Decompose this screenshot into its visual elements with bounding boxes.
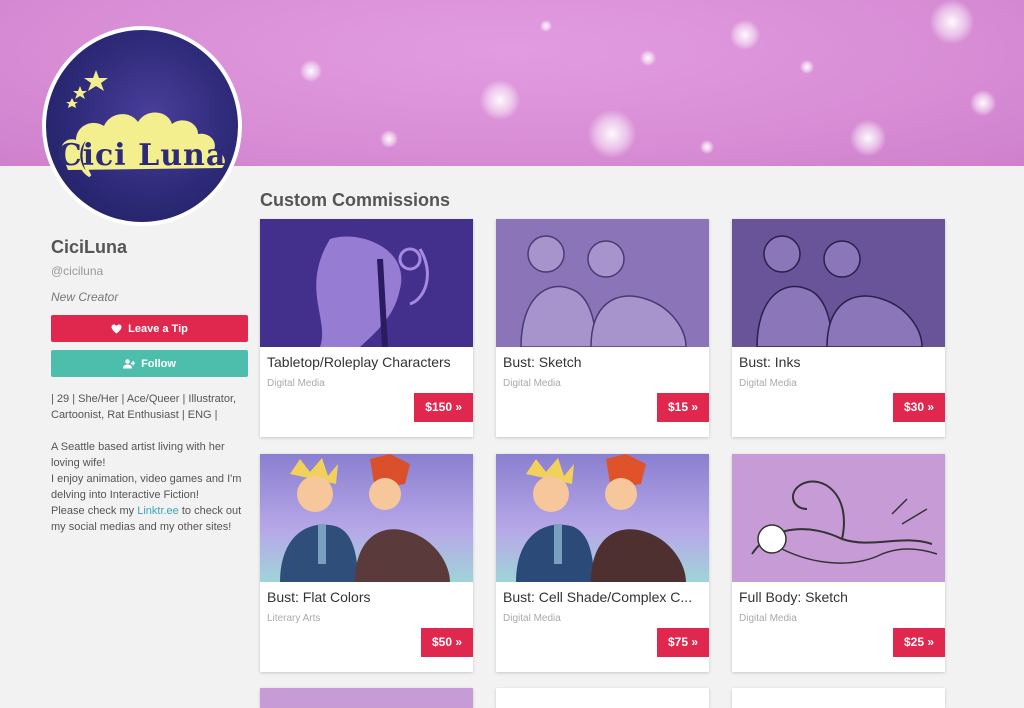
commission-thumbnail <box>260 454 473 582</box>
commission-title[interactable]: Full Body: Sketch <box>739 588 939 606</box>
commission-thumbnail <box>496 219 709 347</box>
banner-sparkle <box>640 50 656 66</box>
profile-sidebar: CiciLuna @ciciluna New Creator Leave a T… <box>51 236 248 535</box>
section-title: Custom Commissions <box>260 190 451 210</box>
banner-sparkle <box>380 130 398 148</box>
commission-card[interactable] <box>732 688 945 708</box>
commission-category: Digital Media <box>267 378 325 389</box>
logo-text: Cici Luna <box>57 138 227 173</box>
leave-tip-button[interactable]: Leave a Tip <box>51 315 248 342</box>
commission-card[interactable] <box>496 688 709 708</box>
commission-category: Digital Media <box>739 613 797 624</box>
leave-tip-label: Leave a Tip <box>128 322 188 335</box>
bio-line: Please check my <box>51 505 138 517</box>
commission-thumbnail <box>732 454 945 582</box>
linktree-link[interactable]: Linktr.ee <box>137 505 179 517</box>
commission-thumbnail <box>260 688 473 708</box>
bio-line: I enjoy animation, video games and I'm d… <box>51 473 242 501</box>
banner-sparkle <box>730 20 760 50</box>
commission-title[interactable]: Bust: Flat Colors <box>267 588 467 606</box>
star-icon <box>84 70 108 91</box>
bio-text: A Seattle based artist living with her l… <box>51 439 248 535</box>
creator-status: New Creator <box>51 290 119 304</box>
commission-card[interactable]: Bust: Sketch Digital Media $15 » <box>496 219 709 437</box>
commission-card[interactable]: Tabletop/Roleplay Characters Digital Med… <box>260 219 473 437</box>
banner-sparkle <box>930 0 974 44</box>
commission-category: Digital Media <box>503 378 561 389</box>
price-button[interactable]: $30 » <box>892 393 945 422</box>
profile-handle: @ciciluna <box>51 264 104 278</box>
price-button[interactable]: $50 » <box>420 628 473 657</box>
profile-tags: | 29 | She/Her | Ace/Queer | Illustrator… <box>51 393 237 421</box>
avatar-logo: Cici Luna <box>46 30 238 222</box>
star-icon <box>66 98 78 108</box>
profile-bio: | 29 | She/Her | Ace/Queer | Illustrator… <box>51 391 248 535</box>
banner-sparkle <box>850 120 886 156</box>
banner-sparkle <box>700 140 714 154</box>
follow-button[interactable]: Follow <box>51 350 248 377</box>
banner-sparkle <box>480 80 520 120</box>
commission-card[interactable]: Full Body: Sketch Digital Media $25 » <box>732 454 945 672</box>
commission-title[interactable]: Bust: Sketch <box>503 353 703 371</box>
follow-label: Follow <box>141 357 176 370</box>
commission-card[interactable]: Bust: Flat Colors Literary Arts $50 » <box>260 454 473 672</box>
commission-thumbnail <box>260 219 473 347</box>
commission-title[interactable]: Tabletop/Roleplay Characters <box>267 353 467 371</box>
commission-category: Digital Media <box>739 378 797 389</box>
commission-card[interactable]: Bust: Inks Digital Media $30 » <box>732 219 945 437</box>
bio-line: A Seattle based artist living with her l… <box>51 441 225 469</box>
commission-category: Digital Media <box>503 613 561 624</box>
commission-category: Literary Arts <box>267 613 321 624</box>
banner-sparkle <box>970 90 996 116</box>
price-button[interactable]: $25 » <box>892 628 945 657</box>
banner-sparkle <box>540 20 552 32</box>
price-button[interactable]: $75 » <box>656 628 709 657</box>
heart-icon <box>111 323 122 334</box>
star-icon <box>73 86 87 99</box>
user-plus-icon <box>123 358 136 368</box>
avatar[interactable]: Cici Luna <box>42 26 242 226</box>
logo-art <box>60 70 225 178</box>
commission-thumbnail <box>496 454 709 582</box>
banner-sparkle <box>300 60 322 82</box>
commission-title[interactable]: Bust: Cell Shade/Complex C... <box>503 588 703 606</box>
banner-sparkle <box>800 60 814 74</box>
commission-thumbnail <box>732 219 945 347</box>
commission-card[interactable]: Bust: Cell Shade/Complex C... Digital Me… <box>496 454 709 672</box>
commission-card[interactable] <box>260 688 473 708</box>
price-button[interactable]: $15 » <box>656 393 709 422</box>
commission-title[interactable]: Bust: Inks <box>739 353 939 371</box>
profile-name: CiciLuna <box>51 237 128 257</box>
banner-sparkle <box>588 110 636 158</box>
price-button[interactable]: $150 » <box>414 393 473 422</box>
